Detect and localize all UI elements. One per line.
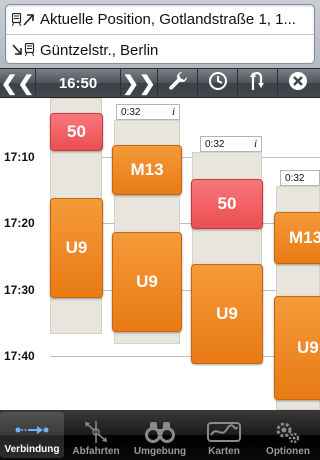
connection-4-segment-2[interactable]: U9	[274, 296, 320, 400]
connection-3-segment-2[interactable]: U9	[191, 264, 263, 364]
duration-text: 0:32	[121, 106, 141, 118]
duration-text: 0:32	[205, 138, 225, 150]
tab-label: Verbindung	[4, 444, 60, 455]
tab-umgebung[interactable]: Umgebung	[128, 410, 192, 460]
duration-text: 0:32	[285, 172, 305, 184]
tab-karten[interactable]: Karten	[192, 410, 256, 460]
tab-abfahrten[interactable]: Abfahrten	[64, 410, 128, 460]
settings-button[interactable]	[158, 68, 198, 98]
connection-1-segment-2[interactable]: U9	[50, 198, 103, 298]
route-box: Aktuelle Position, Gotlandstraße 1, 1...…	[5, 4, 315, 64]
map-icon	[207, 418, 241, 446]
connection-4-duration[interactable]: 0:32	[280, 170, 320, 186]
gears-icon	[274, 418, 302, 446]
tab-verbindung[interactable]: Verbindung	[0, 412, 64, 458]
connection-1-segment-1[interactable]: 50	[50, 113, 103, 151]
earlier-button[interactable]: ❮❮	[0, 68, 36, 98]
time-label: 17:30	[4, 283, 35, 297]
departures-icon	[83, 418, 109, 446]
tab-bar: Verbindung Abfahrten Umgebung Karten Opt…	[0, 410, 320, 460]
connection-4-segment-1[interactable]: M13	[274, 212, 320, 264]
departure-time[interactable]: 16:50	[36, 68, 120, 98]
connection-2-duration[interactable]: 0:32 i	[116, 104, 180, 120]
swap-button[interactable]	[238, 68, 278, 98]
tab-label: Karten	[208, 446, 240, 457]
clock-icon	[208, 71, 228, 96]
info-icon: i	[253, 138, 257, 150]
binoculars-icon	[145, 418, 175, 446]
later-button[interactable]: ❯❯	[120, 68, 158, 98]
time-label: 17:20	[4, 216, 35, 230]
clear-button[interactable]	[278, 68, 318, 98]
route-to-row[interactable]: Güntzelstr., Berlin	[6, 35, 314, 65]
connection-icon	[15, 416, 49, 444]
tab-label: Umgebung	[133, 446, 187, 457]
connection-timeline[interactable]: 17:10 17:20 17:30 17:40 50 U9 0:32 i M13…	[0, 98, 320, 410]
to-location-icon	[12, 41, 36, 59]
time-button[interactable]	[198, 68, 238, 98]
tab-optionen[interactable]: Optionen	[256, 410, 320, 460]
info-icon: i	[171, 106, 175, 118]
route-from-text: Aktuelle Position, Gotlandstraße 1, 1...	[40, 11, 296, 28]
time-label: 17:40	[4, 349, 35, 363]
route-from-row[interactable]: Aktuelle Position, Gotlandstraße 1, 1...	[6, 5, 314, 35]
tab-label: Optionen	[266, 446, 310, 457]
toolbar: ❮❮ 16:50 ❯❯	[0, 68, 320, 98]
wrench-icon	[168, 71, 188, 96]
swap-icon	[248, 70, 268, 97]
connection-2-segment-2[interactable]: U9	[112, 232, 182, 332]
from-location-icon	[12, 11, 36, 29]
close-icon	[288, 71, 308, 96]
connection-3-segment-1[interactable]: 50	[191, 179, 263, 229]
route-header: Aktuelle Position, Gotlandstraße 1, 1...…	[0, 0, 320, 68]
connection-2-segment-1[interactable]: M13	[112, 145, 182, 195]
connection-3-duration[interactable]: 0:32 i	[200, 136, 262, 152]
tab-label: Abfahrten	[72, 446, 120, 457]
route-to-text: Güntzelstr., Berlin	[40, 41, 159, 59]
time-label: 17:10	[4, 150, 35, 164]
